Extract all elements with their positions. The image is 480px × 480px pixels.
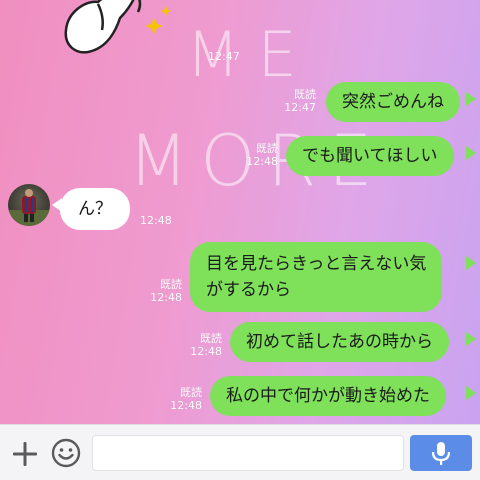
read-label: 既読 [200, 332, 222, 345]
read-label: 既読 [160, 278, 182, 291]
message-time: 12:48 [150, 291, 182, 304]
wallpaper-text-me: ME [186, 18, 315, 91]
read-receipt: 既読 12:48 [166, 386, 202, 412]
sparkle-icon [145, 6, 172, 34]
contact-avatar[interactable] [8, 184, 50, 226]
bubble-tail [466, 92, 476, 106]
read-receipt: 既読 12:48 [238, 142, 278, 168]
plus-icon[interactable] [10, 439, 40, 469]
message-bubble-outgoing[interactable]: 目を見たらきっと言えない気 がするから [190, 242, 443, 312]
chat-background: ME MORE 12:47 既読 12:47 突然ごめんね 既読 12:48 で… [0, 0, 480, 424]
mic-button[interactable] [410, 435, 472, 471]
bubble-tail [466, 386, 476, 400]
message-time: 12:48 [170, 399, 202, 412]
sticker-time: 12:47 [208, 50, 240, 63]
bubble-tail [466, 146, 476, 160]
emoji-icon[interactable] [50, 437, 82, 469]
microphone-icon [431, 442, 451, 465]
message-input[interactable] [92, 435, 404, 471]
read-label: 既読 [180, 386, 202, 399]
message-time: 12:48 [246, 155, 278, 168]
message-time: 12:47 [284, 101, 316, 114]
message-bubble-outgoing[interactable]: 初めて話したあの時から [230, 322, 449, 362]
message-bubble-outgoing[interactable]: 突然ごめんね [326, 82, 460, 122]
message-bubble-outgoing[interactable]: 私の中で何かが動き始めた [210, 376, 446, 416]
message-time: 12:48 [190, 345, 222, 358]
message-line: 目を見たらきっと言えない気 [206, 254, 427, 274]
message-time: 12:48 [140, 214, 172, 227]
message-bubble-outgoing[interactable]: でも聞いてほしい [286, 136, 454, 176]
read-receipt: 既読 12:48 [146, 278, 182, 304]
character-sticker[interactable] [58, 0, 178, 60]
read-label: 既読 [294, 88, 316, 101]
message-line: がするから [206, 280, 291, 300]
read-label: 既読 [256, 142, 278, 155]
read-receipt: 既読 12:47 [280, 88, 316, 114]
read-receipt: 既読 12:48 [186, 332, 222, 358]
message-bubble-incoming[interactable]: ん？ [60, 188, 130, 230]
bubble-tail [466, 332, 476, 346]
message-input-bar [0, 424, 480, 480]
bubble-tail [466, 256, 476, 270]
